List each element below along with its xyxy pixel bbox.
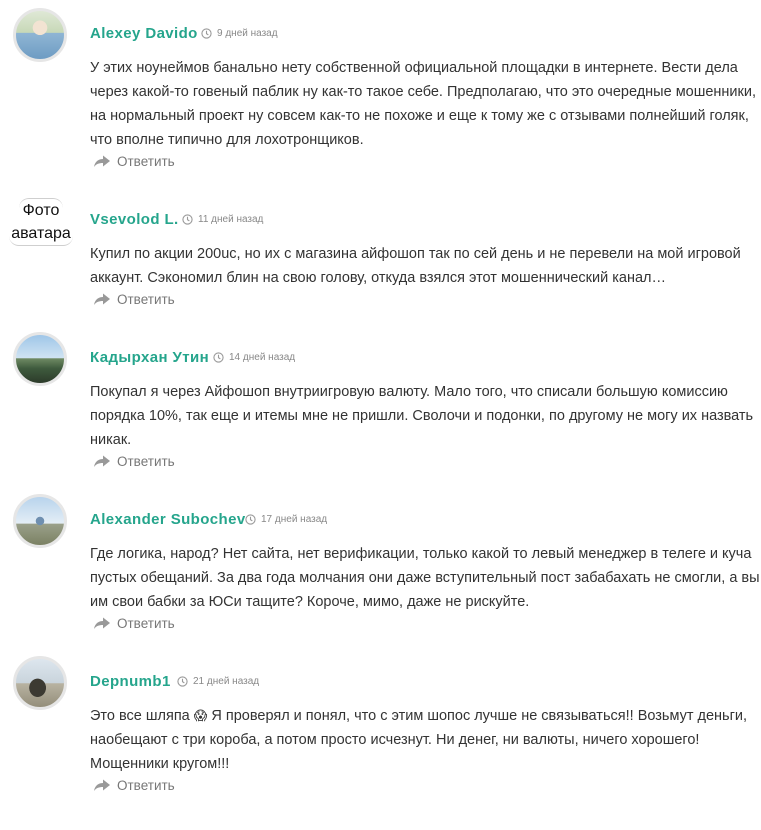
reply-button[interactable]: Ответить <box>93 154 175 169</box>
comment-date: 17 дней назад <box>245 514 327 525</box>
comment-date: 9 дней назад <box>201 28 278 39</box>
reply-button[interactable]: Ответить <box>93 616 175 631</box>
clock-icon <box>177 676 188 687</box>
comment-date-text: 9 дней назад <box>217 28 278 39</box>
comment-date: 11 дней назад <box>182 214 263 225</box>
avatar-placeholder-text: аватара <box>9 222 73 246</box>
comment-date: 21 дней назад <box>177 676 259 687</box>
comment-author[interactable]: Vsevolod L. <box>90 211 179 228</box>
clock-icon <box>245 514 256 525</box>
reply-arrow-icon <box>93 155 111 168</box>
comment-text: Купил по акции 200uc, но их с магазина а… <box>90 246 741 286</box>
reply-label: Ответить <box>117 778 175 793</box>
comment-author[interactable]: Alexander Subochev <box>90 511 246 528</box>
reply-button[interactable]: Ответить <box>93 454 175 469</box>
comment-text: Это все шляпа 😱 Я проверял и понял, что … <box>90 704 760 776</box>
comment-date-text: 21 дней назад <box>193 676 260 687</box>
reply-button[interactable]: Ответить <box>93 778 175 793</box>
avatar <box>13 494 67 548</box>
comment-author[interactable]: Depnumb1 <box>90 673 171 690</box>
clock-icon <box>182 214 193 225</box>
scream-emoji-icon: 😱 <box>193 708 208 723</box>
comment-author[interactable]: Alexey Davido <box>90 25 198 42</box>
comment-text-part: Это все шляпа <box>90 708 194 724</box>
reply-arrow-icon <box>93 617 111 630</box>
comment-author[interactable]: Кадырхан Утин <box>90 349 209 366</box>
reply-arrow-icon <box>93 779 111 792</box>
comment-text: У этих ноунеймов банально нету собственн… <box>90 60 757 148</box>
comment-text: Покупал я через Айфошоп внутриигровую ва… <box>90 384 754 448</box>
comment-date-text: 17 дней назад <box>261 514 328 525</box>
reply-label: Ответить <box>117 454 175 469</box>
avatar <box>13 332 67 386</box>
avatar <box>13 656 67 710</box>
comment-date-text: 11 дней назад <box>198 214 264 225</box>
reply-arrow-icon <box>93 455 111 468</box>
reply-label: Ответить <box>117 292 175 307</box>
reply-arrow-icon <box>93 293 111 306</box>
avatar <box>13 8 67 62</box>
avatar-placeholder: Фото аватара <box>9 198 73 246</box>
reply-label: Ответить <box>117 154 175 169</box>
comment-date-text: 14 дней назад <box>229 352 296 363</box>
reply-label: Ответить <box>117 616 175 631</box>
comment-date: 14 дней назад <box>213 352 295 363</box>
reply-button[interactable]: Ответить <box>93 292 175 307</box>
avatar-placeholder-text: Фото <box>18 198 64 222</box>
clock-icon <box>201 28 212 39</box>
comment-text: Где логика, народ? Нет сайта, нет верифи… <box>90 546 760 610</box>
clock-icon <box>213 352 224 363</box>
